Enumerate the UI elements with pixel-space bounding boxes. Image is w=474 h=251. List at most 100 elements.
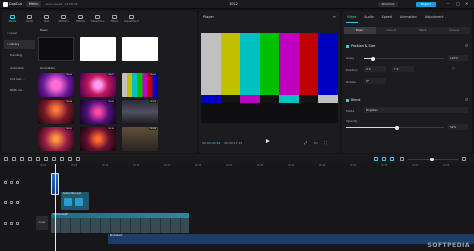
- tool-filters[interactable]: Filters: [106, 11, 123, 26]
- minimize-icon[interactable]: –: [447, 1, 449, 6]
- track-controls: [4, 201, 19, 204]
- position-x-field[interactable]: X 0: [364, 66, 386, 72]
- fullscreen-crop-icon[interactable]: ⤢: [304, 140, 307, 145]
- audio-track-icon[interactable]: [16, 201, 19, 204]
- play-icon[interactable]: [266, 139, 270, 143]
- mode-select[interactable]: Brighten: [364, 107, 468, 113]
- subtab-cutout[interactable]: Cutout: [376, 27, 408, 34]
- eye-icon[interactable]: [10, 222, 13, 225]
- sidebar-item-local[interactable]: • Local: [4, 29, 35, 38]
- tool-adjustment[interactable]: Adjustment: [123, 11, 140, 26]
- sidebar-item-trending[interactable]: Trending: [4, 51, 35, 60]
- media-thumb-burst[interactable]: 00:05: [38, 127, 74, 151]
- tool-transitions[interactable]: Transitions: [89, 11, 106, 26]
- media-thumb-color-bars[interactable]: 00:02: [122, 73, 158, 97]
- select-tool-icon[interactable]: [4, 157, 8, 161]
- audio-track-icon[interactable]: [16, 222, 19, 225]
- timeline-clip-audio[interactable]: Brokeback: [108, 234, 474, 244]
- tab-adjustment[interactable]: Adjustment: [422, 14, 447, 20]
- subtab-basic[interactable]: Basic: [344, 27, 376, 34]
- magnet-icon[interactable]: [374, 157, 378, 161]
- tool-stickers[interactable]: Stickers: [55, 11, 72, 26]
- undo-icon[interactable]: [12, 157, 16, 161]
- playhead[interactable]: [55, 164, 56, 251]
- lock-icon[interactable]: [4, 222, 7, 225]
- tool-audio[interactable]: Audio: [21, 11, 38, 26]
- sidebar-item-library[interactable]: • Library: [4, 40, 35, 49]
- media-thumb[interactable]: [80, 37, 116, 61]
- opacity-value[interactable]: 52%: [448, 124, 468, 130]
- lock-icon[interactable]: [4, 201, 7, 204]
- reverse-icon[interactable]: [52, 157, 56, 161]
- media-thumb-heart-glow[interactable]: 00:01: [80, 73, 116, 97]
- scale-slider-knob[interactable]: [370, 56, 375, 61]
- sidebar-item-animation[interactable]: Animation: [4, 64, 35, 73]
- preview-axis-icon[interactable]: [390, 157, 394, 161]
- freeze-icon[interactable]: [44, 157, 48, 161]
- lock-icon[interactable]: [4, 181, 7, 184]
- more-icon[interactable]: ≡: [333, 14, 336, 19]
- reset-icon[interactable]: ↺: [465, 43, 468, 48]
- effects-icon: [78, 14, 83, 19]
- scale-value[interactable]: 110%: [448, 55, 468, 61]
- opacity-slider-knob[interactable]: [394, 125, 399, 130]
- eye-icon[interactable]: [10, 201, 13, 204]
- tab-video[interactable]: Video: [344, 14, 359, 20]
- position-y-field[interactable]: Y 0: [392, 66, 414, 72]
- rotate-icon[interactable]: [68, 157, 72, 161]
- media-thumb-flame[interactable]: 00:10: [80, 127, 116, 151]
- tool-text[interactable]: Text: [38, 11, 55, 26]
- ratio-icon[interactable]: ▭: [314, 140, 318, 145]
- color-bar: [220, 33, 241, 95]
- media-thumb[interactable]: [122, 37, 158, 61]
- zoom-in-icon[interactable]: [462, 157, 466, 161]
- expand-icon[interactable]: ⛶: [324, 140, 327, 145]
- cover-button[interactable]: Cover: [36, 216, 48, 230]
- zoom-out-icon[interactable]: [400, 157, 404, 161]
- crop-icon[interactable]: [76, 157, 80, 161]
- mirror-icon[interactable]: [60, 157, 64, 161]
- position-size-checkbox[interactable]: [346, 44, 349, 48]
- property-subtabs: Basic Cutout Mask Canvas: [344, 27, 470, 34]
- scale-slider[interactable]: [364, 56, 444, 61]
- export-button[interactable]: Export: [416, 2, 436, 7]
- delete-icon[interactable]: [36, 157, 40, 161]
- media-thumb[interactable]: [38, 37, 74, 61]
- menu-button[interactable]: Menu: [25, 1, 42, 7]
- shortcut-button[interactable]: Shortcut: [378, 2, 398, 7]
- link-icon[interactable]: [382, 157, 386, 161]
- subtab-mask[interactable]: Mask: [407, 27, 439, 34]
- sidebar-item-bgm[interactable]: BGM, Ca...: [4, 86, 35, 95]
- media-thumb-hearts[interactable]: 00:00: [38, 73, 74, 97]
- stickers-icon: [61, 14, 66, 19]
- keyframe-icon[interactable]: ◇: [452, 66, 455, 70]
- tab-animation[interactable]: Animation: [397, 14, 420, 20]
- opacity-slider[interactable]: [346, 125, 444, 130]
- media-thumb-fire[interactable]: 00:04: [38, 100, 74, 124]
- tab-audio[interactable]: Audio: [361, 14, 376, 20]
- audio-track-icon[interactable]: [16, 181, 19, 184]
- softpedia-watermark: SOFTPEDIA: [427, 242, 470, 249]
- app-name: CapCut: [9, 2, 22, 6]
- rotate-field[interactable]: 0°: [364, 78, 386, 84]
- media-thumb-grey[interactable]: 00:00: [122, 100, 158, 124]
- reset-icon[interactable]: ↺: [465, 97, 468, 102]
- timeline-clip-sticker[interactable]: Subscribe Logo: [61, 192, 89, 210]
- zoom-slider[interactable]: [408, 157, 458, 161]
- tool-media[interactable]: Media: [4, 11, 21, 26]
- maximize-icon[interactable]: □: [456, 1, 460, 6]
- close-icon[interactable]: ✕: [465, 1, 468, 6]
- zoom-slider-knob[interactable]: [430, 157, 434, 161]
- redo-icon[interactable]: [20, 157, 24, 161]
- subtab-canvas[interactable]: Canvas: [439, 27, 471, 34]
- blend-checkbox[interactable]: [346, 98, 349, 102]
- media-thumb-neon[interactable]: 00:05: [80, 100, 116, 124]
- sidebar-item-cutout[interactable]: Cut rout ...: [4, 75, 35, 84]
- split-icon[interactable]: [28, 157, 32, 161]
- tab-speed[interactable]: Speed: [379, 14, 395, 20]
- timeline-clip-main[interactable]: dyimsmaGIF: [51, 213, 189, 233]
- eye-icon[interactable]: [10, 181, 13, 184]
- media-thumb-film[interactable]: 00:04: [122, 127, 158, 151]
- tool-effects[interactable]: Effects: [72, 11, 89, 26]
- video-preview[interactable]: [201, 33, 339, 123]
